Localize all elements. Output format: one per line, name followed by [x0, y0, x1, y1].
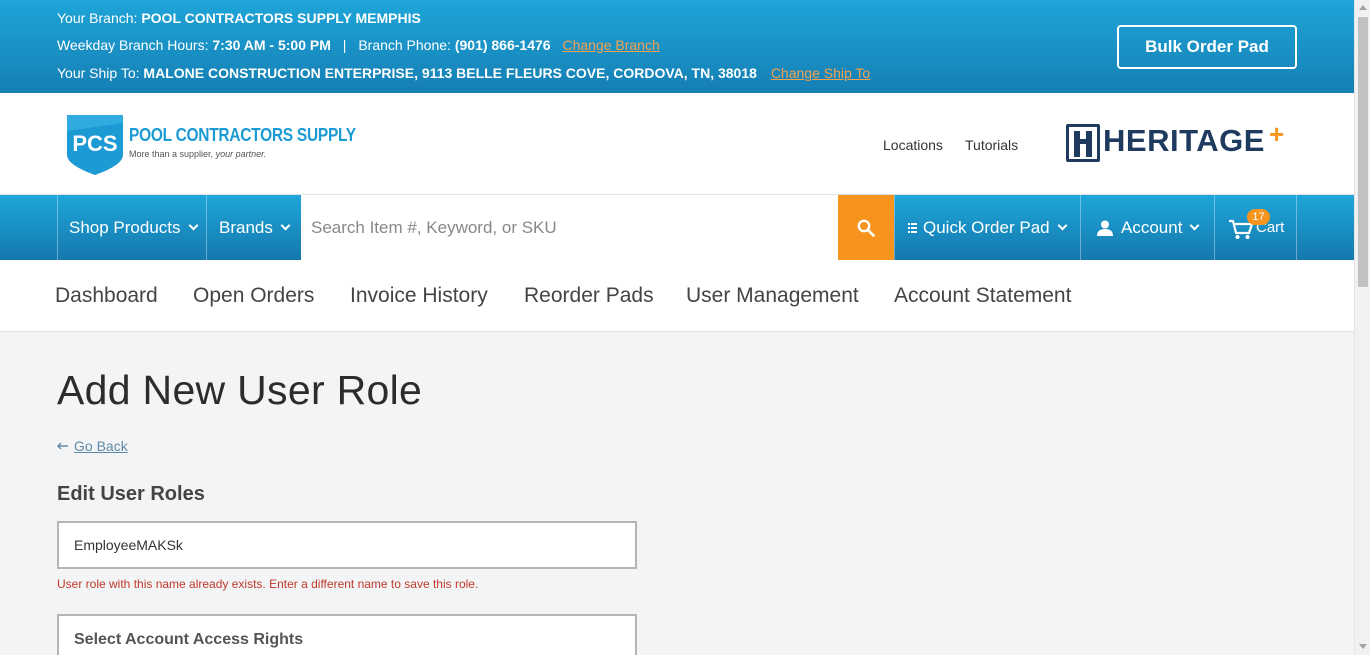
account-menu[interactable]: Account — [1097, 195, 1200, 260]
bulk-order-pad-button[interactable]: Bulk Order Pad — [1117, 25, 1297, 69]
hours-label: Weekday Branch Hours: — [57, 37, 209, 53]
cart-count-badge: 17 — [1247, 209, 1270, 225]
chevron-down-icon — [280, 220, 291, 231]
phone-value: (901) 866-1476 — [454, 37, 551, 53]
hours-line: Weekday Branch Hours: 7:30 AM - 5:00 PM … — [57, 37, 660, 53]
chevron-down-icon — [188, 220, 198, 231]
pcs-logo[interactable]: PCS POOL CONTRACTORS SUPPLY More than a … — [65, 111, 356, 177]
nav-divider — [1296, 195, 1297, 260]
separator: | — [342, 37, 347, 53]
tab-account-statement[interactable]: Account Statement — [894, 284, 1071, 308]
change-shipto-link[interactable]: Change Ship To — [771, 65, 870, 81]
account-label: Account — [1121, 217, 1183, 237]
brands-label: Brands — [219, 217, 273, 237]
logo-tagline-a: More than a supplier, — [129, 149, 216, 159]
scroll-up-icon[interactable] — [1359, 5, 1367, 10]
hours-value: 7:30 AM - 5:00 PM — [212, 37, 331, 53]
nav-divider — [1080, 195, 1081, 260]
locations-link[interactable]: Locations — [883, 137, 943, 153]
tab-reorder-pads[interactable]: Reorder Pads — [524, 284, 654, 308]
nav-divider — [57, 195, 58, 260]
logo-tagline: More than a supplier, your partner. — [129, 149, 266, 159]
quick-order-pad-label: Quick Order Pad — [923, 217, 1050, 237]
search-button[interactable] — [838, 195, 894, 260]
branch-label: Your Branch: — [57, 10, 138, 26]
error-message: User role with this name already exists.… — [57, 577, 479, 591]
scroll-thumb[interactable] — [1358, 17, 1368, 287]
tab-open-orders[interactable]: Open Orders — [193, 284, 314, 308]
page-scrollbar[interactable] — [1354, 0, 1370, 655]
access-rights-label: Select Account Access Rights — [74, 631, 304, 648]
branch-name: POOL CONTRACTORS SUPPLY MEMPHIS — [141, 10, 421, 26]
tutorials-link[interactable]: Tutorials — [965, 137, 1018, 153]
nav-divider — [894, 195, 895, 260]
section-title: Edit User Roles — [57, 483, 205, 505]
nav-divider — [1214, 195, 1215, 260]
search-icon — [857, 219, 875, 237]
branch-info-bar: Your Branch: POOL CONTRACTORS SUPPLY MEM… — [0, 0, 1354, 93]
phone-label: Branch Phone: — [358, 37, 451, 53]
heritage-plus-icon: + — [1269, 119, 1285, 149]
back-arrow-icon — [57, 442, 68, 450]
change-branch-link[interactable]: Change Branch — [562, 37, 659, 53]
heritage-logo[interactable]: HERITAGE + — [1066, 121, 1291, 165]
heritage-text: HERITAGE — [1103, 123, 1265, 158]
shop-products-menu[interactable]: Shop Products — [69, 195, 198, 260]
site-header: PCS POOL CONTRACTORS SUPPLY More than a … — [0, 93, 1354, 195]
tab-user-management[interactable]: User Management — [686, 284, 859, 308]
quick-order-pad-menu[interactable]: Quick Order Pad — [908, 195, 1068, 260]
main-nav: Shop Products Brands Quick Order Pad Acc… — [0, 195, 1354, 260]
page-title: Add New User Role — [57, 367, 423, 413]
logo-name: POOL CONTRACTORS SUPPLY — [129, 125, 356, 145]
go-back-link[interactable]: Go Back — [57, 438, 128, 454]
list-icon — [908, 222, 917, 233]
chevron-down-icon — [1057, 220, 1068, 231]
shop-products-label: Shop Products — [69, 217, 181, 237]
brands-menu[interactable]: Brands — [219, 195, 291, 260]
role-name-input[interactable] — [57, 521, 637, 569]
account-subnav: Dashboard Open Orders Invoice History Re… — [0, 260, 1354, 332]
shipto-label: Your Ship To: — [57, 65, 140, 81]
shipto-line: Your Ship To: MALONE CONSTRUCTION ENTERP… — [57, 65, 870, 81]
search-input[interactable] — [301, 195, 838, 260]
logo-tagline-b: your partner. — [215, 149, 267, 159]
scroll-down-icon[interactable] — [1359, 644, 1367, 649]
tab-invoice-history[interactable]: Invoice History — [350, 284, 488, 308]
user-icon — [1097, 220, 1113, 236]
logo-mark: PCS — [72, 131, 117, 156]
access-rights-select[interactable]: Select Account Access Rights — [57, 614, 637, 655]
nav-divider — [206, 195, 207, 260]
pcs-shield-icon: PCS — [67, 115, 123, 175]
branch-line: Your Branch: POOL CONTRACTORS SUPPLY MEM… — [57, 10, 421, 26]
chevron-down-icon — [1189, 220, 1200, 231]
cart-button[interactable]: 17 Cart — [1228, 195, 1296, 260]
go-back-label: Go Back — [74, 438, 128, 454]
heritage-h-bar — [1074, 139, 1092, 144]
tab-dashboard[interactable]: Dashboard — [55, 284, 158, 308]
shipto-value: MALONE CONSTRUCTION ENTERPRISE, 9113 BEL… — [143, 65, 757, 81]
